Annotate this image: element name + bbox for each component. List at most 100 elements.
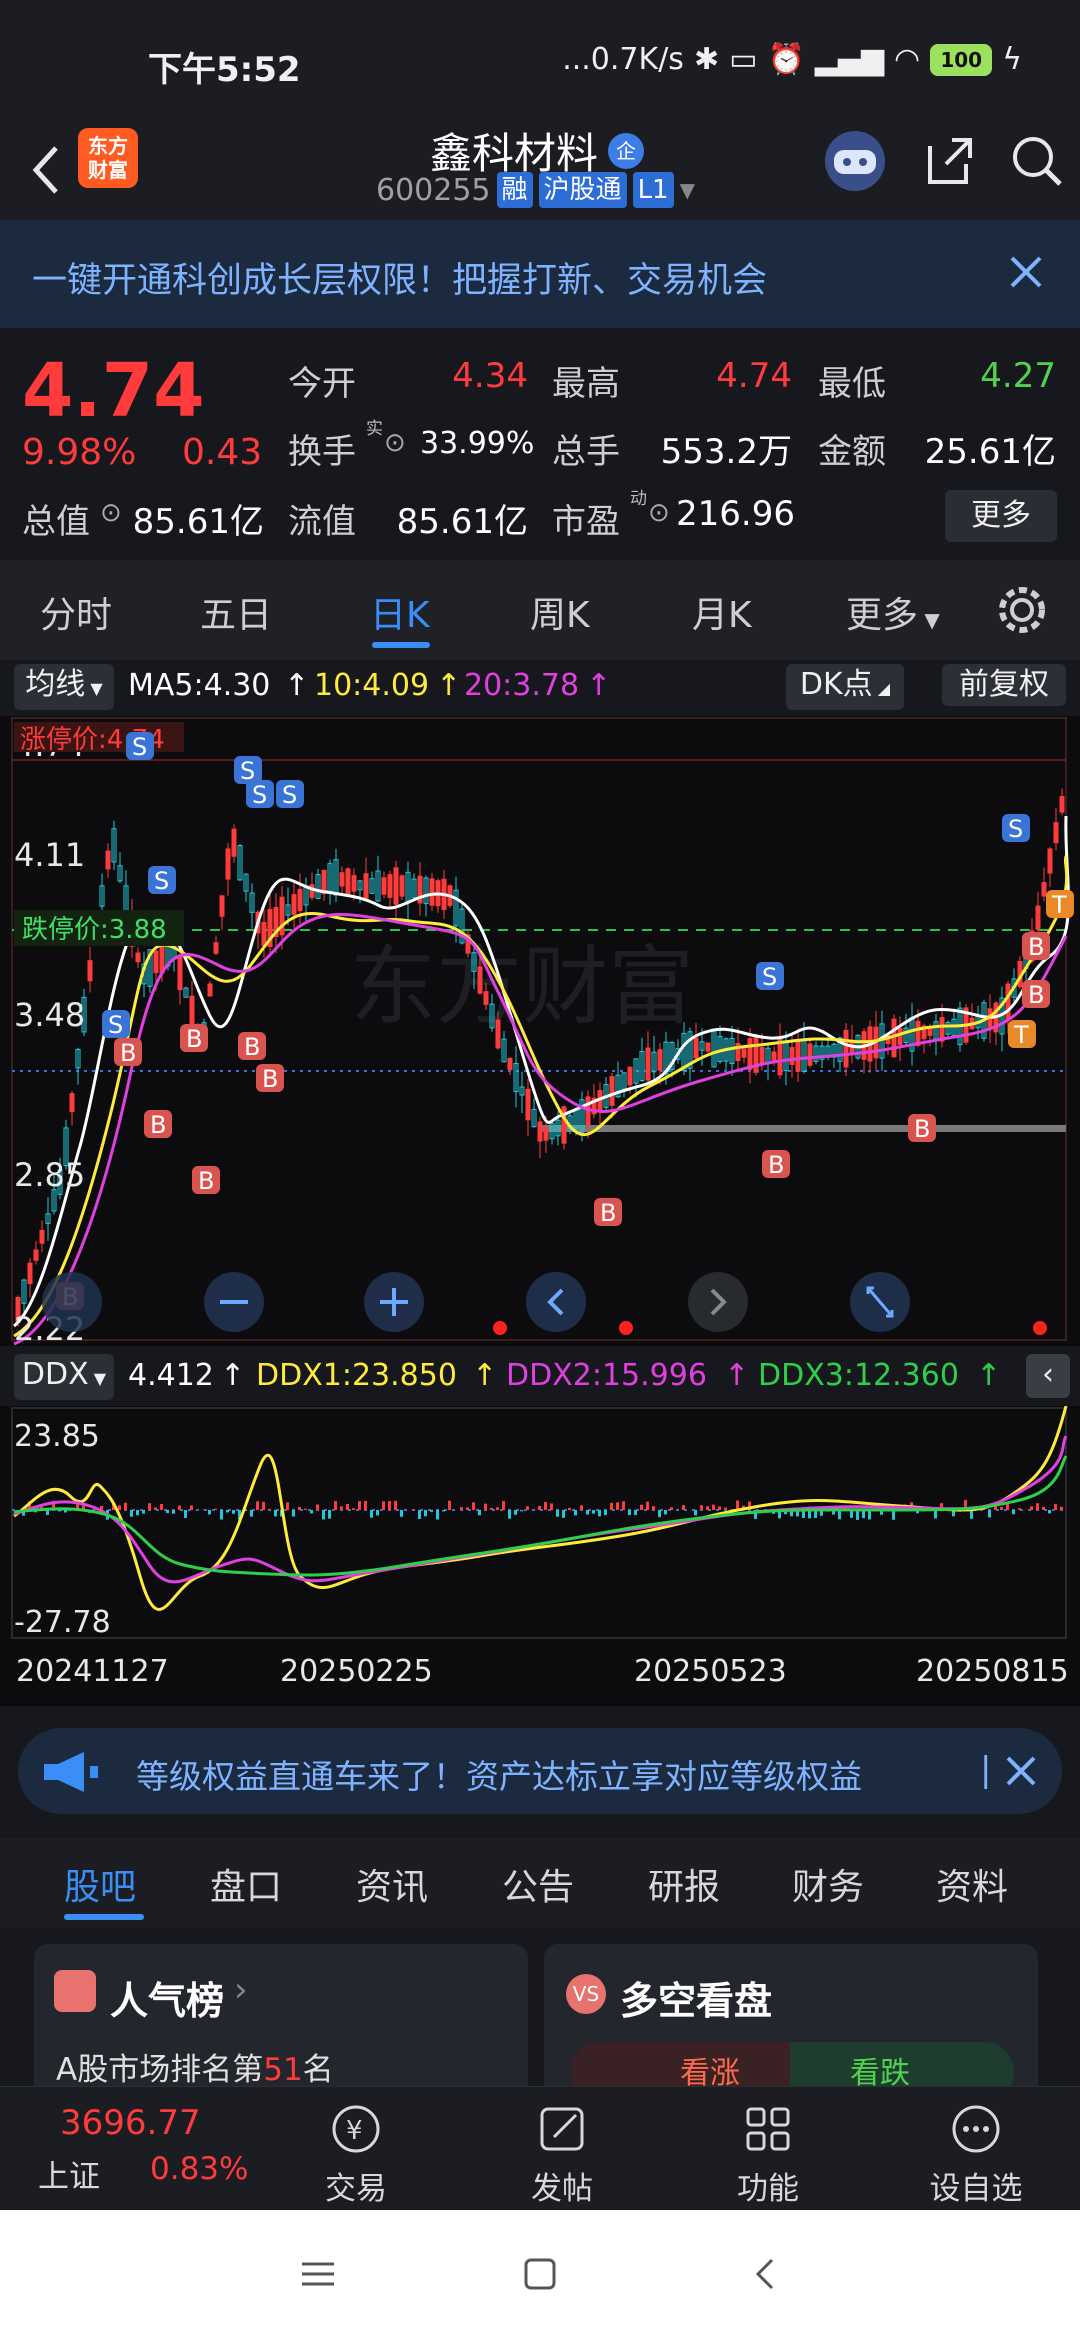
b-marker-label: B — [186, 1025, 202, 1053]
tab-financials[interactable]: 财务 — [792, 1858, 864, 1910]
tab-weekly-k[interactable]: 周K — [530, 586, 590, 638]
b-marker-label: B — [120, 1039, 136, 1067]
ddx-bar — [232, 1510, 235, 1514]
info-icon[interactable]: ⊙ — [648, 498, 670, 528]
t-marker-label: T — [1013, 1021, 1029, 1049]
signal-icon: ▂▄▆ — [814, 42, 885, 77]
bull-bear-title: 多空看盘 — [620, 1979, 773, 2023]
ddx-bar — [442, 1510, 445, 1512]
b-marker-label: B — [600, 1199, 616, 1227]
value-turnover: 33.99% — [420, 426, 535, 461]
ddx-bar — [292, 1510, 295, 1517]
tab-orderbook[interactable]: 盘口 — [210, 1858, 282, 1910]
dk-point-selector[interactable]: DK点 ◢ — [786, 664, 904, 710]
ddx-bar — [64, 1510, 67, 1513]
ddx-arrow: ↑ — [220, 1358, 246, 1393]
ddx1-value: DDX1:23.850 — [256, 1358, 457, 1393]
tab-more[interactable]: 更多 ▼ — [846, 586, 940, 638]
more-quote-button[interactable]: 更多 — [945, 490, 1057, 542]
vs-icon: VS — [566, 1974, 606, 2014]
tab-research[interactable]: 研报 — [648, 1858, 720, 1910]
chart-controls — [42, 1272, 1047, 1335]
ddx2-arrow: ↑ — [724, 1358, 750, 1393]
ddx-bar — [988, 1510, 991, 1518]
label-high: 最高 — [552, 364, 620, 404]
close-icon[interactable] — [1002, 1752, 1040, 1790]
support-bar — [540, 1125, 1066, 1132]
back-arrow-icon[interactable] — [22, 130, 72, 210]
tab-five-day[interactable]: 五日 — [200, 586, 272, 638]
ddx-bar — [706, 1506, 709, 1510]
value-open: 4.34 — [452, 356, 528, 396]
ma10-value: 10:4.09 — [314, 668, 430, 703]
s-marker-label: S — [282, 781, 297, 809]
nav-features[interactable]: 功能 — [708, 2087, 828, 2211]
ddx-selector[interactable]: DDX ▼ — [14, 1354, 114, 1400]
tab-monthly-k[interactable]: 月K — [692, 586, 752, 638]
tab-profile[interactable]: 资料 — [936, 1858, 1008, 1910]
ddx-bar — [634, 1510, 637, 1516]
settings-gear-icon[interactable] — [994, 582, 1050, 638]
nav-post[interactable]: 发帖 — [502, 2087, 622, 2211]
search-icon[interactable] — [1008, 132, 1066, 190]
header-actions — [820, 126, 1066, 196]
ddx-tick-bottom: -27.78 — [14, 1605, 111, 1640]
ddx-bar — [274, 1510, 277, 1517]
ddx-bar — [718, 1506, 721, 1510]
active-tab-indicator — [64, 1914, 144, 1920]
benefit-banner[interactable]: 等级权益直通车来了！资产达标立享对应等级权益 | — [18, 1728, 1062, 1814]
ddx-bar — [136, 1510, 139, 1516]
back-icon[interactable] — [746, 2254, 786, 2294]
home-icon[interactable] — [520, 2254, 560, 2294]
ddx-bar — [1018, 1508, 1021, 1510]
kline-chart[interactable]: 东方财富 4.74 涨停价:4.74 4.11 跌停价:3.88 3.48 2.… — [0, 716, 1080, 1348]
rank-number: 51 — [263, 2052, 303, 2088]
tab-news[interactable]: 资讯 — [356, 1858, 428, 1910]
ddx-bar — [184, 1510, 187, 1518]
eastmoney-logo: 东方 财富 — [78, 128, 138, 188]
promo-banner[interactable]: 一键开通科创成长层权限！把握打新、交易机会 — [0, 220, 1080, 328]
system-nav-bar — [0, 2210, 1080, 2340]
tab-daily-k[interactable]: 日K — [370, 586, 430, 638]
tab-forum[interactable]: 股吧 — [64, 1858, 136, 1910]
ddx-bar — [658, 1510, 661, 1518]
stock-code-row[interactable]: 600255 融 沪股通 L1 ▼ — [376, 172, 695, 208]
tab-intraday[interactable]: 分时 — [40, 586, 112, 638]
info-icon[interactable]: ⊙ — [100, 498, 122, 528]
bull-bear-card[interactable]: VS 多空看盘 看涨 看跌 — [544, 1944, 1038, 2104]
nav-features-label: 功能 — [737, 2171, 799, 2207]
index-ticker[interactable]: 3696.77 上证 0.83% — [24, 2097, 264, 2197]
ddx-bar — [172, 1510, 175, 1514]
trade-yuan-icon: ¥ — [332, 2105, 380, 2153]
popularity-card[interactable]: 人气榜 › A股市场排名第51名 — [34, 1944, 528, 2104]
t-marker-label: T — [1051, 891, 1067, 919]
status-bar: 下午5:52 ...0.7K/s ✱ ▭ ⏰ ▂▄▆ ◠ 100 ϟ — [0, 0, 1080, 120]
ddx-bar — [316, 1504, 319, 1510]
active-tab-indicator — [372, 642, 430, 648]
ddx-bar — [364, 1500, 367, 1510]
ddx-bar — [190, 1505, 193, 1510]
ddx-bar — [268, 1508, 271, 1510]
ddx-bar — [154, 1507, 157, 1510]
s-marker-label: S — [1008, 815, 1023, 843]
label-amount: 金额 — [818, 432, 886, 472]
share-icon[interactable] — [920, 132, 978, 190]
network-speed: ...0.7K/s — [562, 42, 684, 77]
tab-announcements[interactable]: 公告 — [502, 1858, 574, 1910]
menu-icon[interactable] — [298, 2254, 338, 2294]
collapse-indicator-button[interactable]: ‹ — [1026, 1354, 1070, 1398]
nav-trade[interactable]: ¥ 交易 — [296, 2087, 416, 2211]
ma-selector[interactable]: 均线 ▼ — [14, 664, 114, 710]
ddx-bar — [1042, 1506, 1045, 1510]
dk-point-label: DK点 — [799, 667, 873, 702]
enterprise-badge: 企 — [608, 132, 645, 169]
robot-assistant-icon[interactable] — [820, 126, 890, 196]
popularity-title: 人气榜 — [110, 1979, 225, 2023]
info-icon[interactable]: ⊙ — [384, 428, 406, 458]
adjust-selector[interactable]: 前复权 — [942, 664, 1066, 706]
nav-add-watchlist[interactable]: 设自选 — [916, 2087, 1036, 2211]
content-tabs: 股吧 盘口 资讯 公告 研报 财务 资料 — [0, 1838, 1080, 1928]
ddx-bar — [346, 1503, 349, 1510]
ddx-bar — [502, 1501, 505, 1510]
close-icon[interactable] — [1006, 252, 1046, 292]
